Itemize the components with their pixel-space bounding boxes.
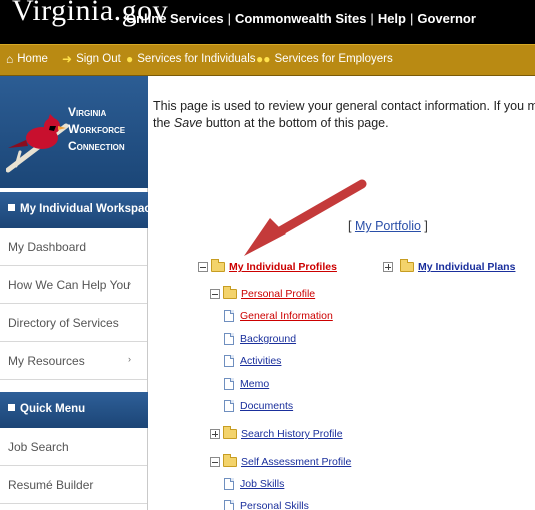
- document-icon: [224, 355, 234, 367]
- cardinal-bird-logo: [6, 114, 69, 173]
- tree-node-personal-skills: Personal Skills: [224, 500, 309, 510]
- sidebar: Virginia Workforce Connection My Individ…: [0, 76, 157, 510]
- my-individual-plans-link[interactable]: My Individual Plans: [418, 261, 515, 273]
- sidebar-item-label: How We Can Help You: [8, 278, 130, 292]
- expand-plus-icon[interactable]: [210, 429, 220, 439]
- document-icon: [224, 378, 234, 390]
- document-icon: [224, 333, 234, 345]
- tree-node-general-information: General Information: [224, 310, 333, 322]
- document-icon: [224, 500, 234, 510]
- people-icon: ●●: [256, 52, 271, 66]
- tree-node-self-assessment-profile: Self Assessment Profile: [210, 454, 351, 468]
- collapse-minus-icon[interactable]: [210, 457, 220, 467]
- nav-sign-out-label: Sign Out: [76, 53, 121, 65]
- person-icon: ●: [126, 52, 134, 66]
- workspace-header[interactable]: My Individual Workspace: [0, 192, 157, 228]
- workspace-header-label: My Individual Workspace: [20, 203, 158, 215]
- folder-icon: [400, 259, 414, 272]
- online-services-link[interactable]: Online Services: [126, 11, 224, 26]
- nav-services-employers[interactable]: ●● Services for Employers: [256, 53, 393, 65]
- sidebar-item-label: Resumé Builder: [8, 478, 94, 492]
- tree-node-documents: Documents: [224, 400, 293, 412]
- save-word: Save: [173, 116, 203, 130]
- tree-node-background: Background: [224, 333, 296, 345]
- help-link[interactable]: Help: [378, 11, 406, 26]
- annotation-arrow-icon: [244, 179, 367, 256]
- folder-open-icon: [223, 286, 237, 299]
- activities-link[interactable]: Activities: [240, 355, 281, 367]
- nav-services-employers-label: Services for Employers: [274, 53, 393, 65]
- folder-open-icon: [211, 259, 225, 272]
- sidebar-item-my-resources[interactable]: My Resources ›: [0, 342, 147, 380]
- document-icon: [224, 400, 234, 412]
- sign-out-arrow-icon: ➜: [62, 52, 73, 66]
- vwc-logo[interactable]: Virginia Workforce Connection: [0, 76, 148, 188]
- tree-node-job-skills: Job Skills: [224, 478, 284, 490]
- square-bullet-icon: [8, 404, 15, 411]
- personal-skills-link[interactable]: Personal Skills: [240, 500, 309, 510]
- background-link[interactable]: Background: [240, 333, 296, 345]
- commonwealth-sites-link[interactable]: Commonwealth Sites: [235, 11, 366, 26]
- self-assessment-profile-link[interactable]: Self Assessment Profile: [241, 456, 351, 468]
- nav-home[interactable]: ⌂ Home: [6, 53, 48, 65]
- nav-bar: ⌂ Home ➜ Sign Out ● Services for Individ…: [0, 44, 535, 76]
- sidebar-item-my-dashboard[interactable]: My Dashboard: [0, 228, 147, 266]
- intro-line-1: This page is used to review your general…: [153, 99, 535, 113]
- sidebar-item-job-search[interactable]: Job Search: [0, 428, 147, 466]
- personal-profile-link[interactable]: Personal Profile: [241, 288, 315, 300]
- sidebar-item-resume-builder[interactable]: Resumé Builder: [0, 466, 147, 504]
- sidebar-item-directory-of-services[interactable]: Directory of Services: [0, 304, 147, 342]
- sidebar-item-label: My Dashboard: [8, 240, 87, 254]
- quick-menu-header-label: Quick Menu: [20, 403, 86, 415]
- nav-home-label: Home: [17, 53, 48, 65]
- folder-icon: [223, 426, 237, 439]
- general-information-link[interactable]: General Information: [240, 310, 333, 322]
- tree-node-personal-profile: Personal Profile: [210, 286, 315, 300]
- intro-text: This page is used to review your general…: [153, 98, 535, 132]
- documents-link[interactable]: Documents: [240, 400, 293, 412]
- sidebar-item-label: Job Search: [8, 440, 69, 454]
- tree-node-my-individual-plans: My Individual Plans: [383, 259, 515, 273]
- sidebar-item-label: Directory of Services: [8, 316, 119, 330]
- tree-node-search-history-profile: Search History Profile: [210, 426, 343, 440]
- nav-services-individuals[interactable]: ● Services for Individuals: [126, 53, 256, 65]
- folder-open-icon: [223, 454, 237, 467]
- collapse-minus-icon[interactable]: [198, 262, 208, 272]
- sidebar-item-how-we-can-help[interactable]: How We Can Help You ›: [0, 266, 147, 304]
- top-bar: Virginia.gov Online Services | Commonwealt…: [0, 0, 535, 44]
- governor-link[interactable]: Governor: [417, 11, 476, 26]
- square-bullet-icon: [8, 204, 15, 211]
- search-history-profile-link[interactable]: Search History Profile: [241, 428, 343, 440]
- nav-services-individuals-label: Services for Individuals: [137, 53, 256, 65]
- memo-link[interactable]: Memo: [240, 378, 269, 390]
- chevron-right-icon: ›: [128, 278, 131, 288]
- quick-menu-header[interactable]: Quick Menu: [0, 392, 148, 428]
- collapse-minus-icon[interactable]: [210, 289, 220, 299]
- expand-plus-icon[interactable]: [383, 262, 393, 272]
- sidebar-item-label: My Resources: [8, 354, 85, 368]
- nav-sign-out[interactable]: ➜ Sign Out: [62, 53, 121, 65]
- document-icon: [224, 478, 234, 490]
- job-skills-link[interactable]: Job Skills: [240, 478, 284, 490]
- vwc-logo-text: Virginia Workforce Connection: [68, 105, 126, 153]
- document-icon: [224, 310, 234, 322]
- intro-line-2: the Save button at the bottom of this pa…: [153, 116, 389, 130]
- top-links: Online Services | Commonwealth Sites | Help |…: [126, 11, 476, 26]
- tree-node-activities: Activities: [224, 355, 281, 367]
- tree-node-memo: Memo: [224, 378, 269, 390]
- home-icon: ⌂: [6, 52, 14, 66]
- chevron-right-icon: ›: [128, 354, 131, 364]
